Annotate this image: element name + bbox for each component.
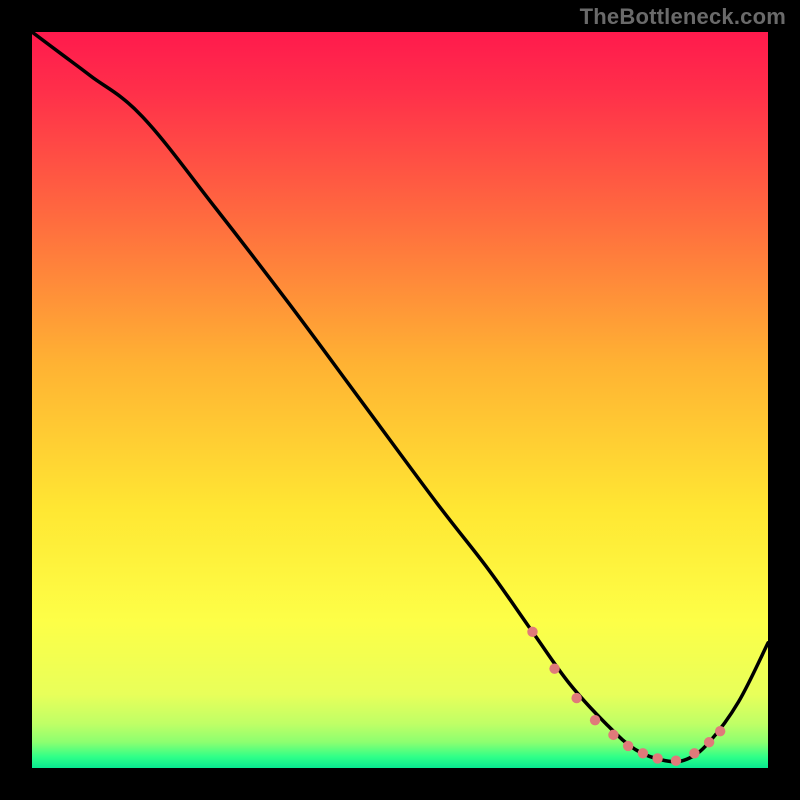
marker-dot — [623, 741, 633, 751]
watermark-label: TheBottleneck.com — [580, 4, 786, 30]
marker-dot — [527, 627, 537, 637]
chart-container: TheBottleneck.com — [0, 0, 800, 800]
marker-dot — [715, 726, 725, 736]
marker-dot — [571, 693, 581, 703]
marker-dot — [689, 748, 699, 758]
marker-dot — [608, 730, 618, 740]
marker-dot — [590, 715, 600, 725]
plot-background — [32, 32, 768, 768]
chart-svg — [0, 0, 800, 800]
marker-dot — [549, 663, 559, 673]
marker-dot — [638, 748, 648, 758]
marker-dot — [704, 737, 714, 747]
marker-dot — [652, 753, 662, 763]
marker-dot — [671, 755, 681, 765]
